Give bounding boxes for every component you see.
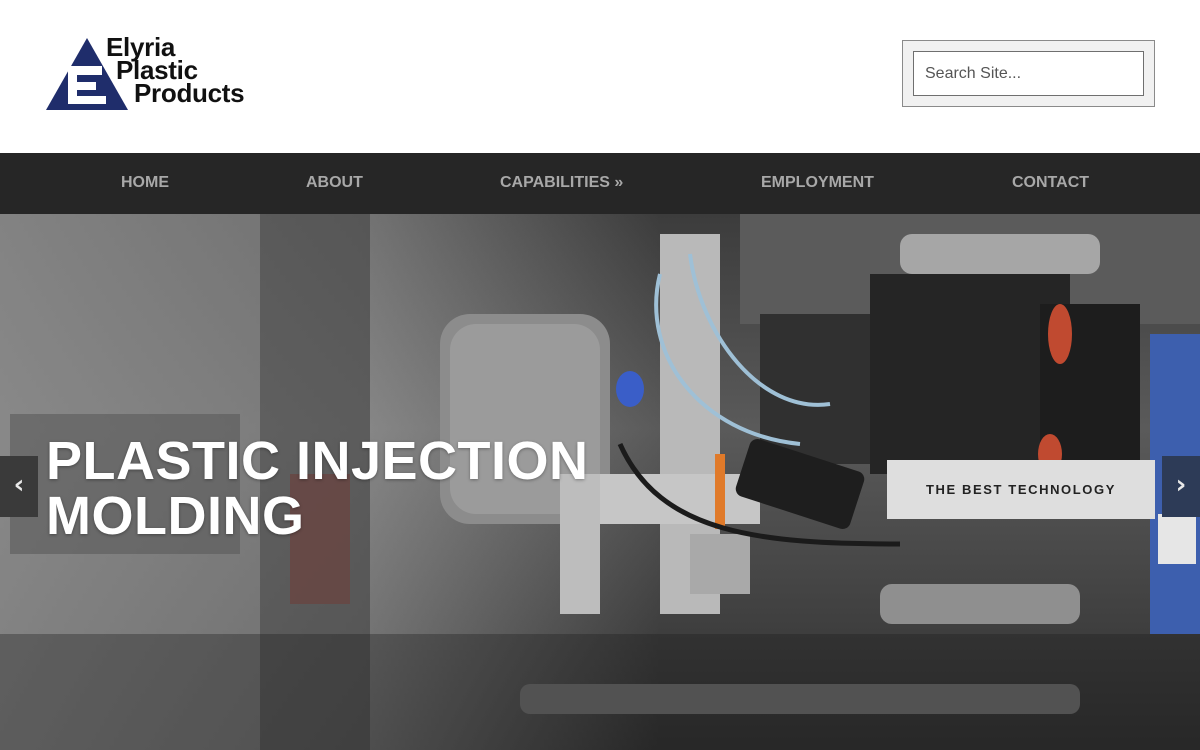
site-header: Elyria Plastic Products bbox=[0, 0, 1200, 153]
logo-wordmark: Elyria Plastic Products bbox=[104, 34, 245, 108]
main-nav: HOME ABOUT CAPABILITIES » EMPLOYMENT CON… bbox=[0, 153, 1200, 214]
nav-item-contact[interactable]: CONTACT bbox=[1012, 153, 1089, 214]
nav-item-capabilities[interactable]: CAPABILITIES » bbox=[500, 153, 623, 214]
site-logo[interactable]: Elyria Plastic Products bbox=[44, 34, 294, 112]
nav-item-employment[interactable]: EMPLOYMENT bbox=[761, 153, 874, 214]
hero-title-line-2: MOLDING bbox=[46, 486, 305, 546]
chevron-left-icon[interactable]: ‹ bbox=[0, 456, 38, 517]
nav-item-home[interactable]: HOME bbox=[121, 153, 169, 214]
search-box bbox=[902, 40, 1155, 107]
nav-item-about[interactable]: ABOUT bbox=[306, 153, 363, 214]
hero-cta-button[interactable]: THE BEST TECHNOLOGY bbox=[887, 460, 1155, 519]
search-input[interactable] bbox=[913, 51, 1144, 96]
hero-slider: PLASTIC INJECTION MOLDING THE BEST TECHN… bbox=[0, 214, 1200, 750]
logo-line-3: Products bbox=[134, 78, 245, 108]
hero-title: PLASTIC INJECTION MOLDING bbox=[46, 434, 606, 544]
chevron-right-icon[interactable]: › bbox=[1162, 456, 1200, 517]
hero-title-line-1: PLASTIC INJECTION bbox=[46, 431, 589, 491]
